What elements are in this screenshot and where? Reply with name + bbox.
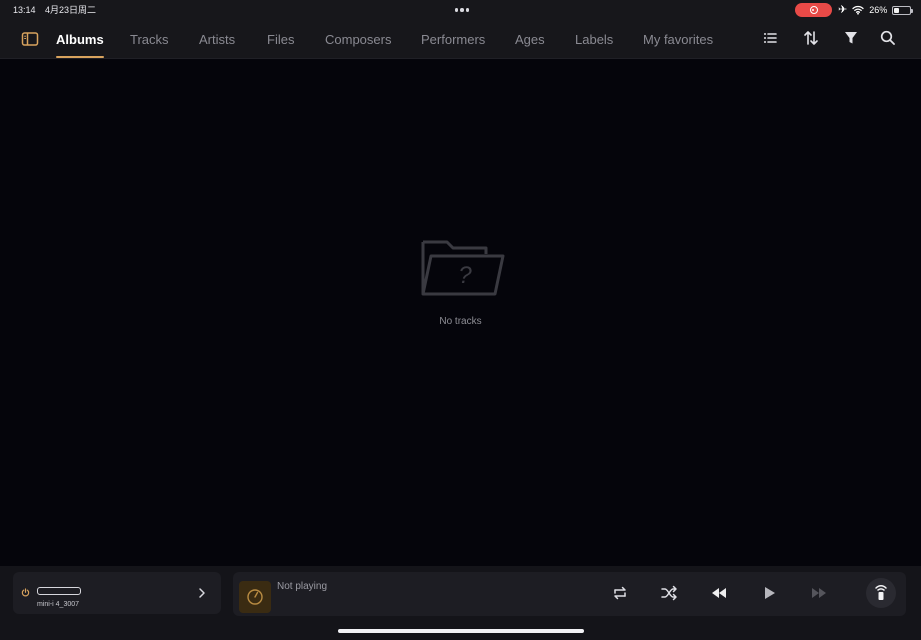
tab-labels[interactable]: Labels xyxy=(575,31,613,49)
remote-icon xyxy=(875,585,887,600)
status-bar: 13:14 4月23日周二 ✈ 26% xyxy=(0,0,921,20)
tab-files[interactable]: Files xyxy=(267,31,294,49)
tab-albums[interactable]: Albums xyxy=(56,31,104,58)
now-playing-panel[interactable]: Not playing xyxy=(233,572,906,616)
search-icon[interactable] xyxy=(879,29,897,47)
airplane-icon: ✈ xyxy=(838,4,848,16)
svg-text:?: ? xyxy=(458,262,472,289)
sort-icon[interactable] xyxy=(802,29,820,47)
device-selector[interactable]: mini-i 4_3007 xyxy=(13,572,221,614)
screen-record-icon xyxy=(795,3,832,17)
now-playing-text: Not playing xyxy=(277,581,328,592)
battery-icon xyxy=(892,5,914,15)
list-view-icon[interactable] xyxy=(761,29,779,47)
wifi-icon xyxy=(852,5,864,15)
sidebar-toggle-icon[interactable] xyxy=(21,31,39,47)
music-library-screen: 13:14 4月23日周二 ✈ 26% Albums Tracks Artist… xyxy=(0,0,921,640)
album-artwork[interactable] xyxy=(239,581,271,613)
status-time: 13:14 xyxy=(13,5,36,15)
tab-composers[interactable]: Composers xyxy=(325,31,391,49)
device-icon xyxy=(37,587,81,595)
empty-library-area: ? No tracks xyxy=(0,58,921,566)
shuffle-icon[interactable] xyxy=(659,583,679,603)
play-icon[interactable] xyxy=(759,583,779,603)
home-indicator[interactable] xyxy=(338,629,584,633)
previous-icon[interactable] xyxy=(709,583,729,603)
battery-percent: 26% xyxy=(869,5,888,15)
chevron-right-icon[interactable] xyxy=(196,586,208,600)
gauge-icon xyxy=(247,589,263,605)
multitask-dots-icon[interactable] xyxy=(452,0,472,20)
remote-control-button[interactable] xyxy=(866,578,896,608)
next-icon[interactable] xyxy=(809,583,829,603)
top-navigation: Albums Tracks Artists Files Composers Pe… xyxy=(0,20,921,59)
tab-ages[interactable]: Ages xyxy=(515,31,545,49)
repeat-icon[interactable] xyxy=(610,583,630,603)
status-date: 4月23日周二 xyxy=(45,5,97,15)
no-tracks-message: No tracks xyxy=(439,316,482,327)
tab-artists[interactable]: Artists xyxy=(199,31,235,49)
tab-performers[interactable]: Performers xyxy=(421,31,485,49)
tab-tracks[interactable]: Tracks xyxy=(130,31,169,49)
filter-icon[interactable] xyxy=(842,29,860,47)
device-name: mini-i 4_3007 xyxy=(37,601,80,608)
status-icons: ✈ 26% xyxy=(838,0,914,20)
power-icon[interactable] xyxy=(21,588,30,597)
missing-folder-icon: ? xyxy=(421,240,505,296)
tab-my-favorites[interactable]: My favorites xyxy=(643,31,713,49)
